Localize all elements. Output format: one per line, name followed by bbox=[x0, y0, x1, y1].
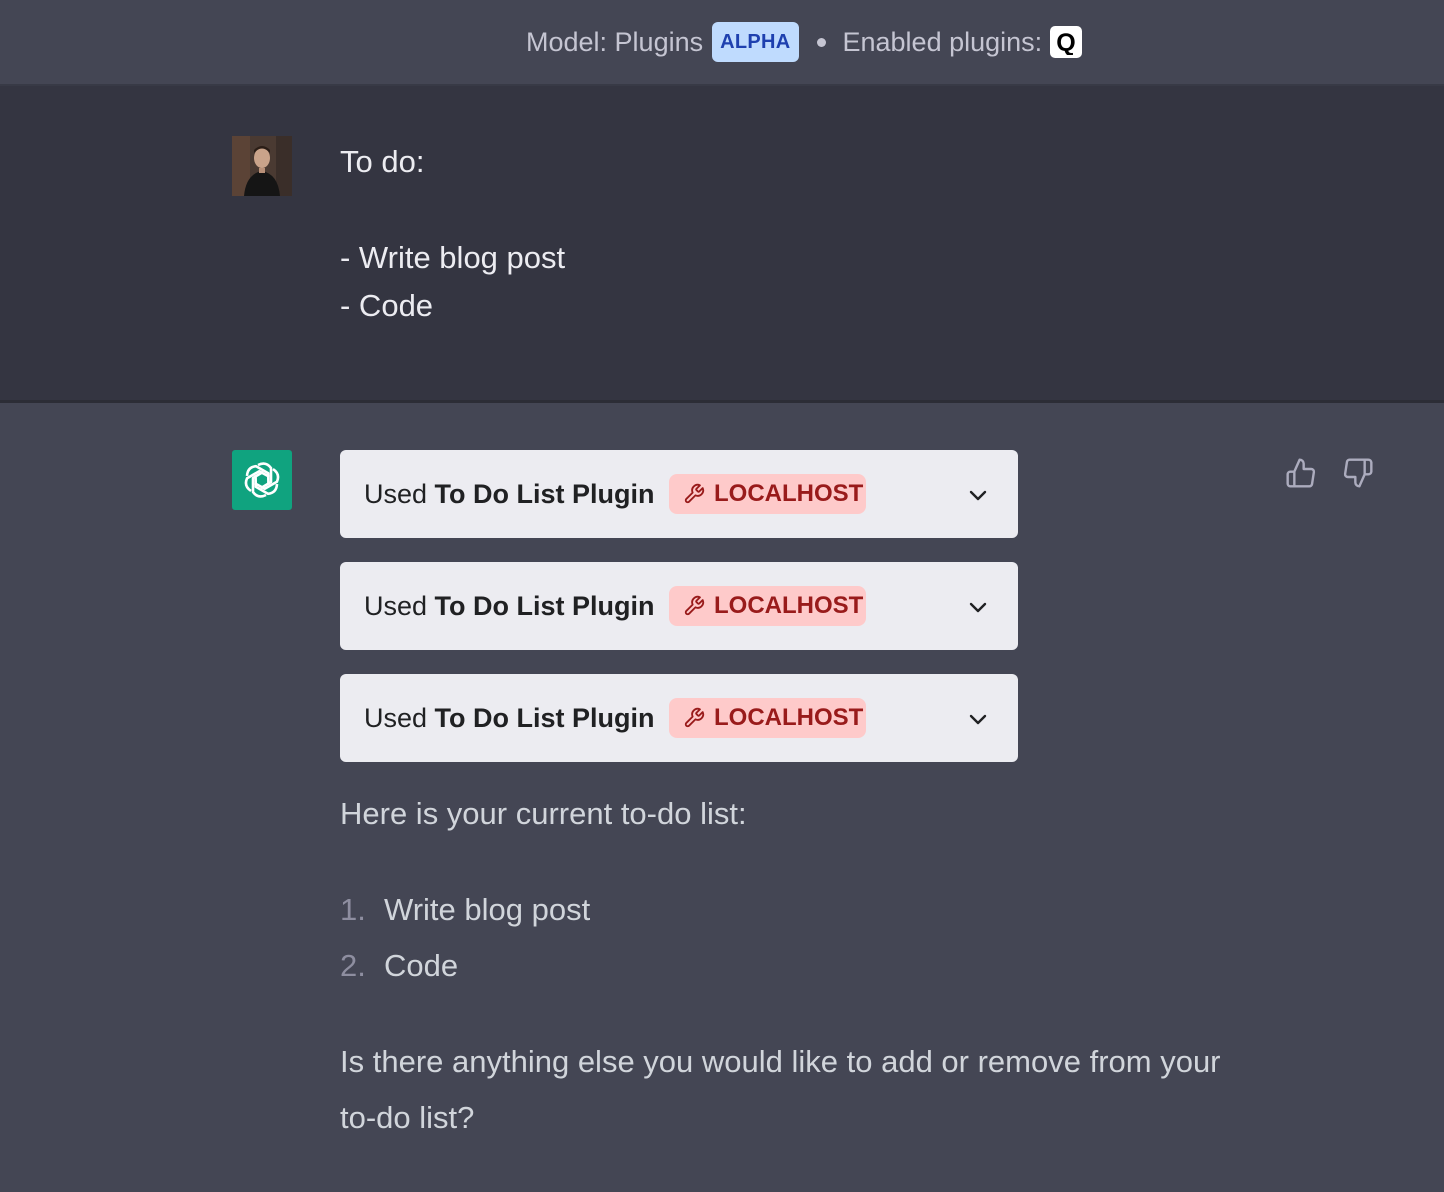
used-prefix: Used bbox=[364, 703, 428, 733]
user-avatar bbox=[232, 136, 292, 196]
thumbs-up-icon[interactable] bbox=[1284, 456, 1318, 490]
plugin-q-logo: Q bbox=[1056, 29, 1075, 55]
thumbs-down-icon[interactable] bbox=[1341, 456, 1375, 490]
message-divider bbox=[0, 400, 1444, 403]
assistant-closing-text-cont: to-do list? bbox=[340, 1100, 475, 1135]
localhost-label: LOCALHOST bbox=[714, 480, 864, 507]
plugin-call-card[interactable]: Used To Do List Plugin LOCALHOST bbox=[340, 674, 1018, 762]
alpha-badge: ALPHA bbox=[712, 22, 799, 62]
list-item: Code bbox=[384, 948, 459, 983]
wrench-icon bbox=[684, 483, 705, 504]
plugin-name: To Do List Plugin bbox=[434, 591, 655, 621]
model-header: Model: Plugins ALPHA Enabled plugins: Q bbox=[0, 0, 1444, 86]
plugin-call-label: Used To Do List Plugin bbox=[364, 562, 655, 650]
plugin-call-label: Used To Do List Plugin bbox=[364, 674, 655, 762]
chevron-down-icon[interactable] bbox=[966, 483, 990, 507]
used-prefix: Used bbox=[364, 479, 428, 509]
plugin-logo-letter: Q bbox=[1056, 29, 1075, 55]
plugin-logo-icon[interactable]: Q bbox=[1050, 26, 1083, 58]
used-prefix: Used bbox=[364, 591, 428, 621]
list-number: 2. bbox=[340, 948, 366, 983]
localhost-badge: LOCALHOST bbox=[669, 474, 866, 514]
assistant-intro-text: Here is your current to-do list: bbox=[340, 796, 747, 831]
plugin-call-card[interactable]: Used To Do List Plugin LOCALHOST bbox=[340, 450, 1018, 538]
plugin-name: To Do List Plugin bbox=[434, 703, 655, 733]
chevron-down-icon[interactable] bbox=[966, 595, 990, 619]
list-item: Write blog post bbox=[384, 892, 591, 927]
openai-logo-icon bbox=[232, 450, 292, 510]
plugin-call-label: Used To Do List Plugin bbox=[364, 450, 655, 538]
localhost-label: LOCALHOST bbox=[714, 704, 864, 731]
localhost-badge: LOCALHOST bbox=[669, 586, 866, 626]
separator-dot bbox=[816, 37, 826, 47]
chevron-down-icon[interactable] bbox=[966, 707, 990, 731]
list-number: 1. bbox=[340, 892, 366, 927]
model-info: Model: Plugins ALPHA Enabled plugins: Q bbox=[526, 22, 1083, 62]
user-message-text: To do: - Write blog post - Code bbox=[340, 144, 566, 323]
enabled-plugins-label: Enabled plugins: bbox=[842, 26, 1043, 57]
plugin-call-card[interactable]: Used To Do List Plugin LOCALHOST bbox=[340, 562, 1018, 650]
localhost-label: LOCALHOST bbox=[714, 592, 864, 619]
plugin-name: To Do List Plugin bbox=[434, 479, 655, 509]
wrench-icon bbox=[684, 707, 705, 728]
user-message-row: To do: - Write blog post - Code bbox=[0, 86, 1444, 400]
localhost-badge: LOCALHOST bbox=[669, 698, 866, 738]
model-label: Model: Plugins bbox=[526, 26, 704, 57]
wrench-icon bbox=[684, 595, 705, 616]
assistant-closing-text: Is there anything else you would like to… bbox=[340, 1044, 1221, 1079]
